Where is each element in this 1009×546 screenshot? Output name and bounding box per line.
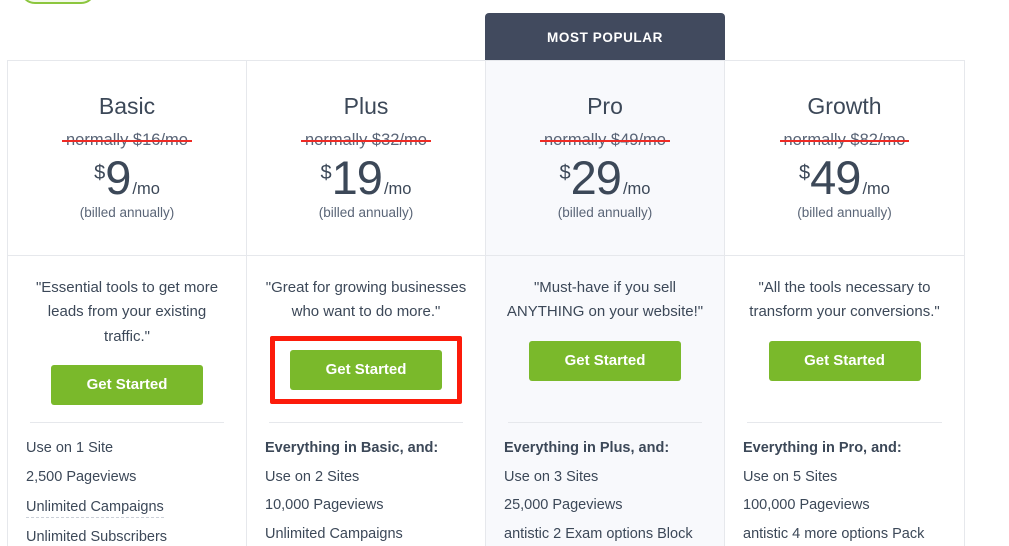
cta-container: Get Started (26, 364, 228, 405)
plan-price-header: Plus normally $32/mo $ 19 /mo (billed an… (247, 61, 485, 256)
currency-symbol: $ (799, 161, 811, 184)
plan-quote: "Great for growing businesses who want t… (265, 279, 467, 321)
feature-item: Everything in Basic, and: (265, 440, 439, 456)
feature-item: Unlimited Campaigns (26, 500, 164, 518)
plan-column: Pro normally $49/mo $ 29 /mo (billed ann… (486, 61, 725, 546)
plan-cta-zone: "Great for growing businesses who want t… (247, 256, 485, 422)
feature-item: Everything in Pro, and: (743, 440, 902, 456)
original-price-strikethrough: normally $82/mo (779, 130, 910, 149)
get-started-button[interactable]: Get Started (768, 340, 921, 381)
feature-item: Everything in Plus, and: (504, 440, 670, 456)
cta-highlight-annotation: Get Started (270, 335, 462, 404)
feature-item: antistic 2 Exam options Block (504, 525, 693, 542)
plan-column: Basic normally $16/mo $ 9 /mo (billed an… (8, 61, 247, 546)
feature-item: 2,500 Pageviews (26, 468, 137, 485)
plan-price: $ 29 /mo (486, 154, 724, 201)
currency-symbol: $ (320, 161, 332, 184)
plan-price-header: Growth normally $82/mo $ 49 /mo (billed … (725, 61, 964, 256)
price-period: /mo (862, 179, 890, 198)
price-amount: 19 (331, 150, 383, 204)
price-amount: 29 (570, 150, 622, 204)
feature-list: Everything in Plus, and: Use on 3 Sites 25… (486, 422, 724, 546)
price-amount: 49 (810, 150, 861, 204)
plan-name: Basic (98, 93, 156, 119)
billing-note: (billed annually) (79, 204, 175, 220)
feature-list: Everything in Basic, and: Use on 2 Sites 1… (247, 422, 485, 546)
get-started-button[interactable]: Get Started (51, 364, 203, 405)
feature-item: 10,000 Pageviews (265, 497, 384, 513)
feature-divider (508, 422, 702, 423)
most-popular-label: MOST POPULAR (547, 29, 663, 45)
currency-symbol: $ (94, 161, 106, 184)
price-amount: 9 (105, 150, 131, 204)
plan-price: $ 9 /mo (8, 154, 246, 201)
feature-item: Use on 1 Site (26, 440, 114, 456)
price-period: /mo (622, 179, 651, 198)
feature-item: Use on 3 Sites (504, 468, 599, 485)
billing-note: (billed annually) (557, 204, 653, 220)
billing-note: (billed annually) (318, 204, 414, 220)
feature-item: 25,000 Pageviews (504, 497, 623, 513)
price-period: /mo (132, 179, 160, 198)
price-period: /mo (383, 179, 412, 198)
feature-item: Unlimited Subscribers (26, 528, 168, 545)
feature-divider (747, 422, 942, 423)
original-price-strikethrough: normally $16/mo (62, 130, 192, 149)
get-started-button[interactable]: Get Started (290, 349, 442, 390)
get-started-button[interactable]: Get Started (529, 340, 681, 381)
plan-name: Plus (343, 93, 389, 119)
original-price-strikethrough: normally $32/mo (301, 130, 431, 149)
most-popular-badge: MOST POPULAR (485, 13, 725, 61)
cta-container: Get Started (265, 335, 467, 404)
cta-container: Get Started (504, 340, 706, 381)
feature-divider (269, 422, 463, 423)
billing-toggle-pill[interactable] (20, 0, 96, 4)
plan-quote: "Essential tools to get more leads from … (35, 279, 219, 345)
feature-item: antistic 4 more options Pack (743, 525, 925, 542)
original-price-strikethrough: normally $49/mo (540, 130, 670, 149)
feature-item: Use on 5 Sites (743, 468, 838, 485)
billing-note: (billed annually) (797, 204, 892, 220)
plan-name: Growth (807, 93, 882, 119)
feature-item: 100,000 Pageviews (743, 497, 870, 513)
feature-list: Everything in Pro, and: Use on 5 Sites 100… (725, 422, 964, 546)
plan-price-header: Pro normally $49/mo $ 29 /mo (billed ann… (486, 61, 724, 256)
feature-item: Unlimited Campaigns (265, 525, 403, 542)
feature-list: Use on 1 Site 2,500 Pageviews Unlimited Ca… (8, 422, 246, 546)
plan-price-header: Basic normally $16/mo $ 9 /mo (billed an… (8, 61, 246, 256)
plan-quote: "Must-have if you sell ANYTHING on your … (506, 279, 704, 321)
plan-cta-zone: "Must-have if you sell ANYTHING on your … (486, 256, 724, 422)
pricing-table: Basic normally $16/mo $ 9 /mo (billed an… (7, 60, 965, 546)
plan-quote: "All the tools necessary to transform yo… (749, 279, 940, 321)
pricing-page: MOST POPULAR Basic normally $16/mo $ 9 /… (0, 0, 1009, 546)
plan-name: Pro (587, 93, 623, 119)
plan-column: Growth normally $82/mo $ 49 /mo (billed … (725, 61, 964, 546)
plan-column: Plus normally $32/mo $ 19 /mo (billed an… (247, 61, 486, 546)
cta-container: Get Started (743, 340, 946, 381)
feature-item: Use on 2 Sites (265, 468, 360, 485)
plan-price: $ 49 /mo (725, 154, 964, 201)
plan-cta-zone: "Essential tools to get more leads from … (8, 256, 246, 422)
feature-divider (30, 422, 224, 423)
plan-price: $ 19 /mo (247, 154, 485, 201)
currency-symbol: $ (559, 161, 571, 184)
plan-cta-zone: "All the tools necessary to transform yo… (725, 256, 964, 422)
